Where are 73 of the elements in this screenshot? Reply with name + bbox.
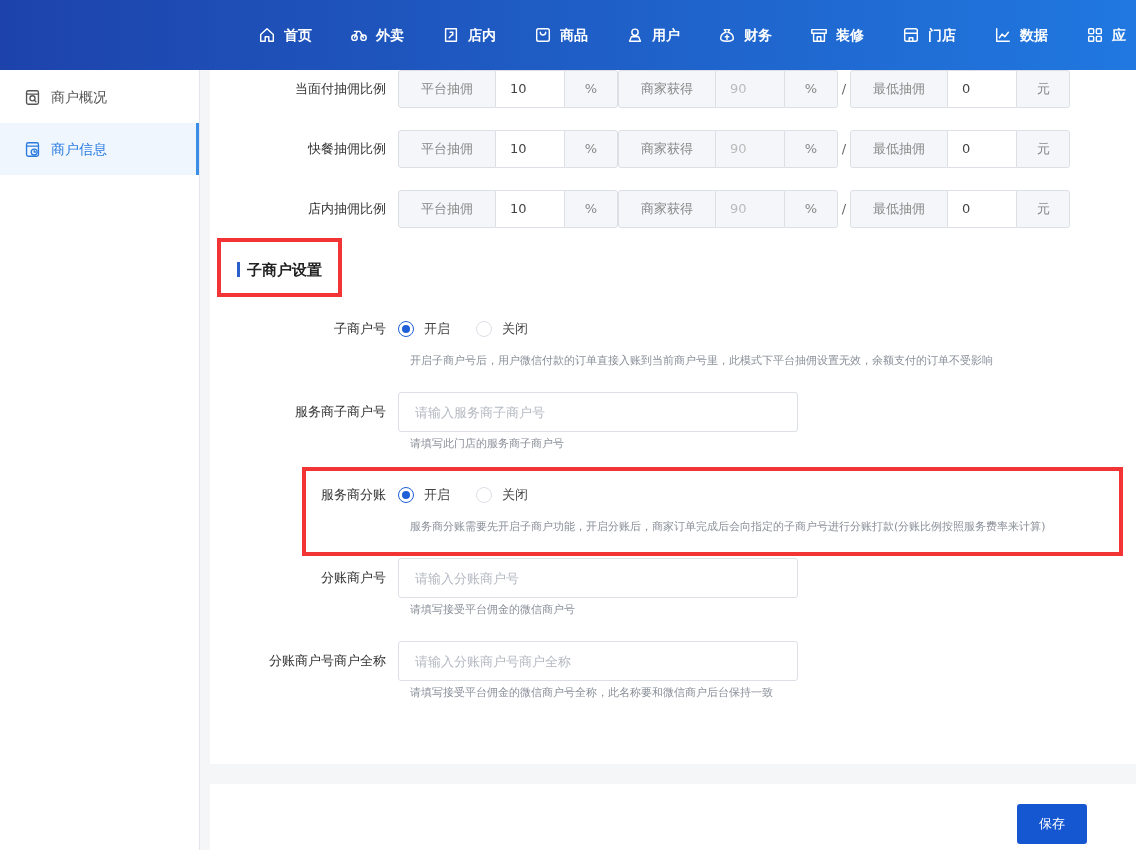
field-label: 服务商子商户号 xyxy=(294,403,387,422)
user-icon xyxy=(626,26,644,44)
input-prefix: 平台抽佣 xyxy=(398,70,496,108)
input-prefix: 商家获得 xyxy=(618,190,716,228)
money-bag-icon xyxy=(718,26,736,44)
nav-link[interactable]: 首页 xyxy=(258,24,312,46)
sidebar-item[interactable]: 商户概况 xyxy=(0,71,199,123)
nav-link[interactable]: 应 xyxy=(1086,24,1126,46)
help-text: 请填写接受平台佣金的微信商户号全称，此名称要和微信商户后台保持一致 xyxy=(410,685,774,701)
number-field[interactable]: 0 xyxy=(948,70,1016,108)
home-icon xyxy=(258,26,276,44)
input-prefix: 最低抽佣 xyxy=(850,130,948,168)
input-suffix: % xyxy=(564,190,618,228)
text-field[interactable]: 请输入分账商户号商户全称 xyxy=(398,641,798,681)
option-label: 开启 xyxy=(424,320,450,339)
option-label: 关闭 xyxy=(502,486,528,505)
input-suffix: % xyxy=(784,70,838,108)
number-field[interactable]: 10 xyxy=(496,130,564,168)
field-label: 分账商户号 xyxy=(320,569,387,588)
separator-text: / xyxy=(840,200,848,219)
nav-link[interactable]: 商品 xyxy=(534,24,588,46)
section-heading: 子商户设置 xyxy=(247,259,322,281)
number-field[interactable]: 0 xyxy=(948,190,1016,228)
help-text: 请填写此门店的服务商子商户号 xyxy=(410,436,565,452)
nav-link[interactable]: 门店 xyxy=(902,24,956,46)
option-label: 关闭 xyxy=(502,320,528,339)
input-prefix: 最低抽佣 xyxy=(850,190,948,228)
door-icon xyxy=(442,26,460,44)
number-field[interactable]: 10 xyxy=(496,70,564,108)
save-button[interactable]: 保存 xyxy=(1017,804,1087,844)
shop-icon xyxy=(902,26,920,44)
nav-link[interactable]: 外卖 xyxy=(350,24,404,46)
field-label: 分账商户号商户全称 xyxy=(268,652,387,671)
field-label: 子商户号 xyxy=(333,320,387,339)
input-suffix: 元 xyxy=(1016,130,1070,168)
help-text: 开启子商户号后，用户微信付款的订单直接入账到当前商户号里，此模式下平台抽佣设置无效，余额支付的订单不受影响 xyxy=(410,353,994,369)
help-text: 服务商分账需要先开启子商户功能，开启分账后，商家订单完成后会向指定的子商户号进行分账打款(分账比例按照服务费率来计算) xyxy=(410,519,1047,535)
storefront-icon xyxy=(810,26,828,44)
input-prefix: 商家获得 xyxy=(618,70,716,108)
grid-icon xyxy=(1086,26,1104,44)
input-suffix: 元 xyxy=(1016,70,1070,108)
option-label: 开启 xyxy=(424,486,450,505)
nav-link[interactable]: 数据 xyxy=(994,24,1048,46)
help-text: 请填写接受平台佣金的微信商户号 xyxy=(410,602,576,618)
nav-link[interactable]: 用户 xyxy=(626,24,680,46)
bag-icon xyxy=(534,26,552,44)
nav-link[interactable]: 财务 xyxy=(718,24,772,46)
input-prefix: 平台抽佣 xyxy=(398,190,496,228)
input-suffix: % xyxy=(564,70,618,108)
input-suffix: % xyxy=(784,190,838,228)
input-suffix: 元 xyxy=(1016,190,1070,228)
number-field[interactable]: 10 xyxy=(496,190,564,228)
input-prefix: 商家获得 xyxy=(618,130,716,168)
input-prefix: 最低抽佣 xyxy=(850,70,948,108)
nav-link[interactable]: 装修 xyxy=(810,24,864,46)
field-label: 当面付抽佣比例 xyxy=(294,80,387,99)
separator-text: / xyxy=(840,80,848,99)
field-label: 快餐抽佣比例 xyxy=(307,140,387,159)
field-label: 服务商分账 xyxy=(320,486,387,505)
title-accent-bar xyxy=(237,262,240,277)
field-label: 店内抽佣比例 xyxy=(307,200,387,219)
nav-link[interactable]: 店内 xyxy=(442,24,496,46)
input-suffix: % xyxy=(784,130,838,168)
document-clock-icon xyxy=(24,140,41,158)
input-prefix: 平台抽佣 xyxy=(398,130,496,168)
number-field[interactable]: 0 xyxy=(948,130,1016,168)
input-suffix: % xyxy=(564,130,618,168)
document-search-icon xyxy=(24,88,41,106)
sidebar-item[interactable]: 商户信息 xyxy=(0,123,199,175)
separator-text: / xyxy=(840,140,848,159)
line-chart-icon xyxy=(994,26,1012,44)
text-field[interactable]: 请输入服务商子商户号 xyxy=(398,392,798,432)
text-field[interactable]: 请输入分账商户号 xyxy=(398,558,798,598)
